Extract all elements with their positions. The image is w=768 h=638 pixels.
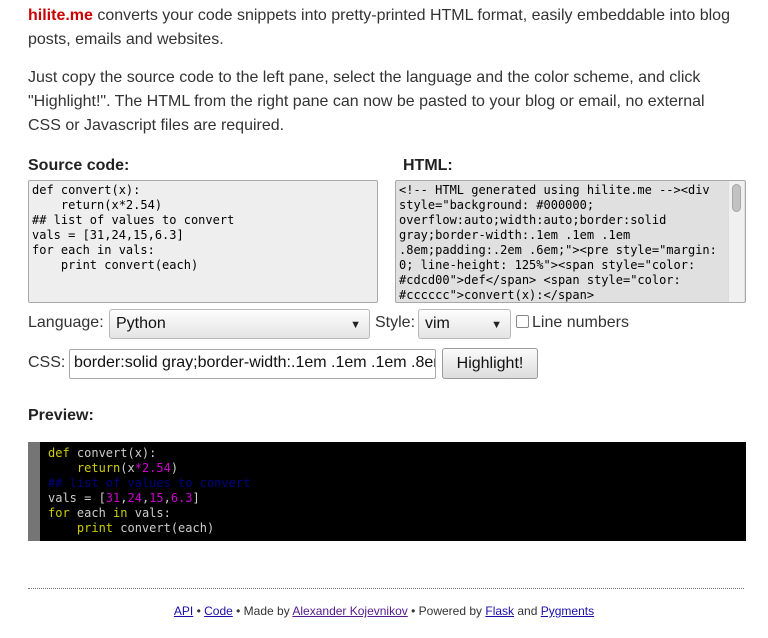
code-token: vals = [: [48, 491, 106, 505]
footer-made-by: • Made by: [232, 604, 293, 618]
code-token: convert(each): [113, 521, 215, 535]
code-token: 2.54: [141, 461, 171, 475]
code-token: def: [48, 446, 70, 460]
language-label: Language:: [28, 314, 104, 331]
code-token: (x: [120, 461, 135, 475]
footer-separator: •: [193, 604, 205, 618]
scrollbar-thumb[interactable]: [732, 184, 741, 212]
intro-paragraph-1: hilite.me converts your code snippets in…: [28, 4, 740, 52]
code-token: ]: [192, 491, 200, 505]
chevron-down-icon: ▼: [350, 319, 361, 331]
highlight-button[interactable]: Highlight!: [442, 348, 538, 379]
code-token: 31: [105, 491, 121, 505]
code-token: 6.3: [170, 491, 193, 505]
chevron-down-icon: ▼: [491, 319, 502, 331]
line-numbers-checkbox[interactable]: [516, 315, 529, 328]
code-link[interactable]: Code: [204, 604, 233, 618]
css-label: CSS:: [28, 354, 66, 371]
code-token: 24: [127, 491, 142, 505]
preview-label: Preview:: [28, 407, 94, 424]
html-output-textarea[interactable]: <!-- HTML generated using hilite.me --><…: [395, 180, 746, 303]
code-token: for: [48, 506, 70, 520]
code-token: vals:: [127, 506, 171, 520]
code-comment: ## list of values to convert: [48, 476, 251, 490]
flask-link[interactable]: Flask: [485, 604, 514, 618]
intro-paragraph-2: Just copy the source code to the left pa…: [28, 69, 705, 134]
code-token: print: [76, 521, 114, 535]
code-token: return: [76, 461, 121, 475]
code-token: in: [113, 506, 128, 520]
html-label: HTML:: [403, 157, 453, 174]
code-token: 15: [149, 491, 164, 505]
source-code-label: Source code:: [28, 157, 130, 174]
code-token: *: [134, 461, 142, 475]
code-token: convert(x):: [69, 446, 157, 460]
footer-powered-by: • Powered by: [407, 604, 486, 618]
api-link[interactable]: API: [174, 604, 193, 618]
style-value: vim: [425, 315, 450, 332]
css-input[interactable]: border:solid gray;border-width:.1em .1em…: [69, 349, 436, 379]
footer-divider: [28, 588, 744, 589]
language-select[interactable]: Python ▼: [109, 309, 370, 339]
line-numbers-label[interactable]: Line numbers: [532, 314, 629, 332]
author-link[interactable]: Alexander Kojevnikov: [292, 604, 407, 618]
footer-and: and: [514, 604, 541, 618]
preview-code-block: def convert(x): return(x*2.54) ## list o…: [28, 442, 746, 541]
style-label: Style:: [375, 314, 416, 331]
code-token: ): [170, 461, 179, 475]
style-select[interactable]: vim ▼: [418, 309, 511, 339]
language-value: Python: [116, 315, 166, 332]
intro-text-1: converts your code snippets into pretty-…: [28, 7, 730, 48]
code-token: each: [69, 506, 114, 520]
code-token: ,: [163, 491, 171, 505]
footer: API • Code • Made by Alexander Kojevniko…: [0, 604, 768, 618]
pygments-link[interactable]: Pygments: [541, 604, 594, 618]
source-code-textarea[interactable]: def convert(x): return(x*2.54) ## list o…: [28, 180, 378, 303]
brand-name[interactable]: hilite.me: [28, 7, 93, 24]
html-pane-scrollbar[interactable]: [728, 181, 744, 302]
